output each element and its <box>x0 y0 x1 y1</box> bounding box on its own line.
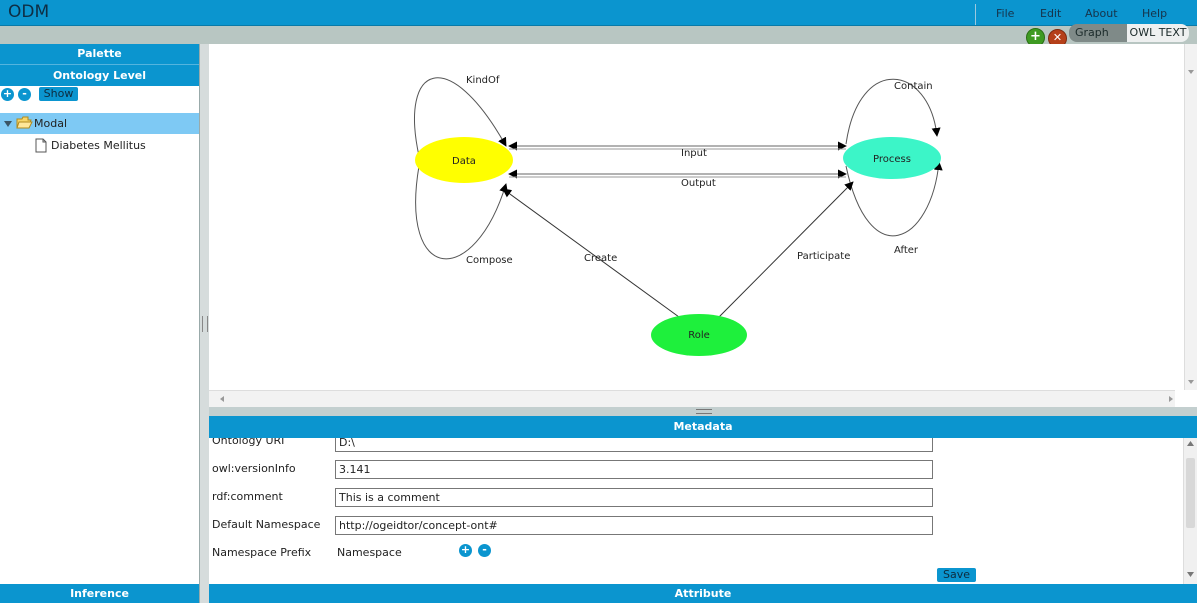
remove-namespace-icon[interactable]: - <box>478 544 491 557</box>
comment-label: rdf:comment <box>212 490 283 503</box>
graph-vertical-scrollbar[interactable] <box>1184 44 1197 390</box>
node-role-label: Role <box>688 330 710 341</box>
ontology-level-header[interactable]: Ontology Level <box>0 64 199 86</box>
node-process-label: Process <box>873 154 911 165</box>
graph-canvas[interactable]: Data Process Role KindOf Compose Input O… <box>209 44 1184 390</box>
metadata-vertical-scrollbar[interactable] <box>1183 438 1197 584</box>
edge-label-compose: Compose <box>466 255 513 266</box>
menu-edit[interactable]: Edit <box>1040 7 1061 20</box>
menu-help[interactable]: Help <box>1142 7 1167 20</box>
folder-open-icon <box>16 116 33 129</box>
edge-label-participate: Participate <box>797 251 850 262</box>
edge-label-output: Output <box>681 178 716 189</box>
ontology-uri-field[interactable] <box>335 438 933 452</box>
tree-item-label: Modal <box>34 117 67 130</box>
metadata-form: Ontology URI owl:versionInfo rdf:comment… <box>209 438 1183 584</box>
edge-label-after: After <box>894 245 919 256</box>
default-namespace-label: Default Namespace <box>212 518 321 531</box>
palette-header[interactable]: Palette <box>0 44 199 64</box>
comment-field[interactable] <box>335 488 933 507</box>
menu-file[interactable]: File <box>996 7 1014 20</box>
tab-graph[interactable]: Graph <box>1069 24 1127 42</box>
add-namespace-icon[interactable]: + <box>459 544 472 557</box>
inference-header[interactable]: Inference <box>0 584 199 603</box>
ontology-uri-label: Ontology URI <box>212 438 285 447</box>
version-info-field[interactable] <box>335 460 933 479</box>
show-button[interactable]: Show <box>39 87 78 101</box>
expand-all-icon[interactable]: + <box>1 88 14 101</box>
collapse-all-icon[interactable]: - <box>18 88 31 101</box>
edge-participate <box>718 181 854 318</box>
app-title: ODM <box>8 2 50 22</box>
default-namespace-field[interactable] <box>335 516 933 535</box>
edge-label-input: Input <box>681 148 707 159</box>
tree-expand-arrow-icon[interactable] <box>3 119 13 129</box>
menu-bar: File Edit About Help <box>975 4 1196 25</box>
menu-about[interactable]: About <box>1085 7 1118 20</box>
toolbar <box>0 26 1197 44</box>
tree-item-diabetes-mellitus[interactable]: Diabetes Mellitus <box>51 139 146 152</box>
metadata-header[interactable]: Metadata <box>209 416 1197 438</box>
horizontal-splitter[interactable] <box>209 407 1197 416</box>
vertical-splitter[interactable] <box>200 44 209 603</box>
graph-horizontal-scrollbar[interactable] <box>209 390 1175 408</box>
node-data-label: Data <box>452 156 476 167</box>
namespace-column-label: Namespace <box>337 546 402 559</box>
namespace-prefix-label: Namespace Prefix <box>212 546 312 559</box>
file-icon <box>35 138 47 153</box>
tab-owl-text[interactable]: OWL TEXT <box>1127 24 1189 42</box>
edge-label-create: Create <box>584 253 617 264</box>
version-info-label: owl:versionInfo <box>212 462 296 475</box>
edge-label-kindof: KindOf <box>466 75 500 86</box>
edge-label-contain: Contain <box>894 81 933 92</box>
save-button[interactable]: Save <box>937 568 976 582</box>
attribute-header[interactable]: Attribute <box>209 584 1197 603</box>
